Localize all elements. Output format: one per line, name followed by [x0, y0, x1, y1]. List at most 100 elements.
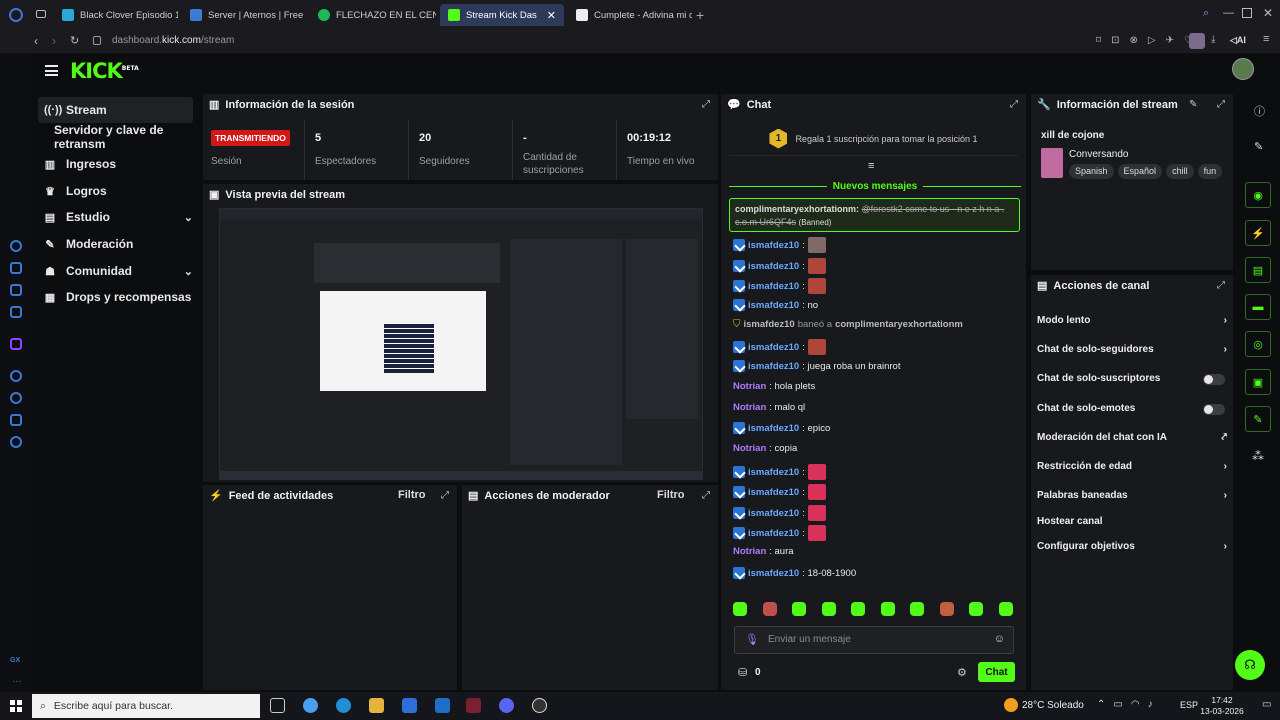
sidebar-chat-icon[interactable] — [10, 414, 22, 426]
chat-username[interactable]: ismafdez10 — [748, 281, 799, 292]
bookmark-icon[interactable]: ⌑ — [1096, 35, 1101, 46]
flow-icon[interactable]: ✈ — [1166, 35, 1174, 46]
windows-start-icon[interactable] — [10, 700, 22, 712]
points-icon[interactable]: ⛁ — [738, 666, 747, 679]
weather-text[interactable]: 28°C Soleado — [1022, 700, 1084, 711]
followers-only-item[interactable]: Chat de solo-seguidores › — [1037, 344, 1227, 355]
sidebar-history-icon[interactable] — [10, 392, 22, 404]
nav-item-moderacion[interactable]: ✎ Moderación — [38, 231, 193, 257]
chat-username[interactable]: Notrian — [733, 546, 766, 557]
slow-mode-item[interactable]: Modo lento › — [1037, 315, 1227, 326]
emote-picker-item[interactable] — [851, 602, 865, 616]
sidebar-more-icon[interactable]: ··· — [12, 676, 22, 687]
rail-list-icon[interactable]: ▤ — [1245, 257, 1271, 283]
emotes-only-toggle[interactable] — [1203, 404, 1225, 415]
chat-input[interactable]: 🎙 Enviar un mensaje ☺ — [734, 626, 1014, 654]
close-window-icon[interactable]: ✕ — [1263, 6, 1273, 20]
stream-preview-video[interactable] — [219, 208, 703, 480]
rail-wrench-icon[interactable]: ✎ — [1245, 406, 1271, 432]
chat-username[interactable]: ismafdez10 — [748, 423, 799, 434]
sidebar-messenger-icon[interactable] — [10, 284, 22, 296]
taskbar-search[interactable]: ⌕ Escribe aquí para buscar. — [32, 694, 260, 718]
clock[interactable]: 17:42 13-03-2026 — [1200, 695, 1244, 717]
emote-picker-item[interactable] — [880, 602, 895, 616]
tab-flechazo[interactable]: FLECHAZO EN EL CENTR — [310, 4, 436, 26]
ai-moderation-item[interactable]: Moderación del chat con IA ⤤ — [1037, 432, 1227, 443]
nav-item-ingresos[interactable]: ▥ Ingresos — [38, 151, 193, 177]
age-restriction-item[interactable]: Restricción de edad › — [1037, 461, 1227, 472]
popout-icon[interactable]: ⤢ — [1217, 280, 1225, 291]
subscribers-only-toggle[interactable] — [1203, 374, 1225, 385]
player-icon[interactable]: ▷ — [1148, 35, 1156, 46]
user-avatar[interactable] — [1232, 58, 1254, 80]
task-view-icon[interactable] — [270, 698, 285, 713]
adblock-icon[interactable]: ⊗ — [1130, 35, 1138, 46]
forward-icon[interactable]: › — [52, 34, 56, 48]
send-chat-button[interactable]: Chat — [978, 662, 1015, 682]
download-icon[interactable]: ⤓ — [1211, 34, 1215, 45]
chat-username[interactable]: ismafdez10 — [748, 342, 799, 353]
emote-picker-item[interactable] — [998, 602, 1013, 616]
obs-icon[interactable] — [532, 698, 547, 713]
edge-icon[interactable] — [336, 698, 351, 713]
emote-picker-item[interactable] — [792, 602, 806, 616]
profile-avatar[interactable] — [1189, 33, 1205, 49]
emote-picker-item[interactable] — [733, 602, 747, 616]
rail-panel-icon[interactable]: ▣ — [1245, 369, 1271, 395]
sidebar-settings-icon[interactable] — [10, 436, 22, 448]
notifications-icon[interactable]: ▭ — [1262, 699, 1271, 710]
search-tabs-icon[interactable]: ⌕ — [1203, 7, 1209, 20]
pinned-toggle-icon[interactable]: ≡ — [868, 160, 874, 172]
url-field[interactable]: dashboard.kick.com/stream — [112, 35, 234, 46]
kick-logo[interactable]: KICKBETA — [70, 59, 139, 83]
popout-icon[interactable]: ⤢ — [1217, 99, 1225, 110]
support-button[interactable]: ☊ — [1235, 650, 1265, 680]
nav-item-stream[interactable]: ((·)) Stream — [38, 97, 193, 123]
sidebar-mail-icon[interactable] — [10, 306, 22, 318]
popout-icon[interactable]: ⤢ — [702, 490, 710, 501]
emote-picker-item[interactable] — [910, 602, 924, 616]
nav-item-estudio[interactable]: ▤ Estudio ⌄ — [38, 204, 193, 230]
emote-picker-item[interactable] — [762, 602, 777, 616]
close-tab-icon[interactable]: ✕ — [547, 9, 556, 22]
nav-item-comunidad[interactable]: ☗ Comunidad ⌄ — [38, 258, 193, 284]
tag[interactable]: Español — [1117, 164, 1163, 179]
ai-button[interactable]: ◁AI — [1230, 35, 1246, 46]
wifi-icon[interactable]: ◠ — [1131, 699, 1140, 710]
copilot-icon[interactable] — [303, 698, 318, 713]
chat-username[interactable]: ismafdez10 — [748, 528, 799, 539]
minimize-icon[interactable]: — — [1223, 7, 1234, 19]
tab-kick-dashboard[interactable]: Stream Kick Das ✕ — [440, 4, 564, 26]
reload-icon[interactable]: ↻ — [70, 34, 79, 47]
banned-words-item[interactable]: Palabras baneadas › — [1037, 490, 1227, 501]
rail-layout-icon[interactable]: ⁂ — [1252, 449, 1264, 463]
sidebar-twitch-icon[interactable] — [10, 338, 22, 350]
emoji-icon[interactable]: ☺ — [994, 633, 1005, 645]
chat-username[interactable]: ismafdez10 — [748, 508, 799, 519]
rail-broadcast-icon[interactable]: ◎ — [1245, 331, 1271, 357]
menu-icon[interactable]: ≡ — [1263, 33, 1269, 45]
tag[interactable]: chill — [1166, 164, 1194, 179]
nav-item-logros[interactable]: ♛ Logros — [38, 178, 193, 204]
chat-username[interactable]: ismafdez10 — [748, 467, 799, 478]
rail-chat-icon[interactable]: ▬ — [1245, 294, 1271, 320]
store-icon[interactable] — [402, 698, 417, 713]
volume-icon[interactable]: ♪ — [1148, 699, 1153, 710]
chat-settings-icon[interactable]: ⚙ — [957, 666, 967, 679]
filter-button[interactable]: Filtro — [657, 489, 685, 501]
chat-username[interactable]: ismafdez10 — [748, 261, 799, 272]
emote-picker-item[interactable] — [939, 602, 954, 616]
host-channel-item[interactable]: Hostear canal — [1037, 516, 1227, 527]
chat-username[interactable]: ismafdez10 — [748, 240, 799, 251]
popout-icon[interactable]: ⤢ — [702, 99, 710, 110]
nav-item-server-key[interactable]: Servidor y clave de retransm — [48, 123, 208, 151]
tag[interactable]: fun — [1197, 164, 1223, 179]
new-tab-icon[interactable]: + — [696, 7, 704, 23]
back-icon[interactable]: ‹ — [34, 34, 38, 48]
chat-username[interactable]: ismafdez10 — [748, 361, 799, 372]
microphone-icon[interactable]: 🎙 — [745, 633, 759, 646]
tag[interactable]: Spanish — [1069, 164, 1114, 179]
workspaces-icon[interactable] — [36, 10, 46, 18]
network-icon[interactable]: ▭ — [1113, 699, 1122, 710]
sidebar-wallet-icon[interactable] — [10, 262, 22, 274]
